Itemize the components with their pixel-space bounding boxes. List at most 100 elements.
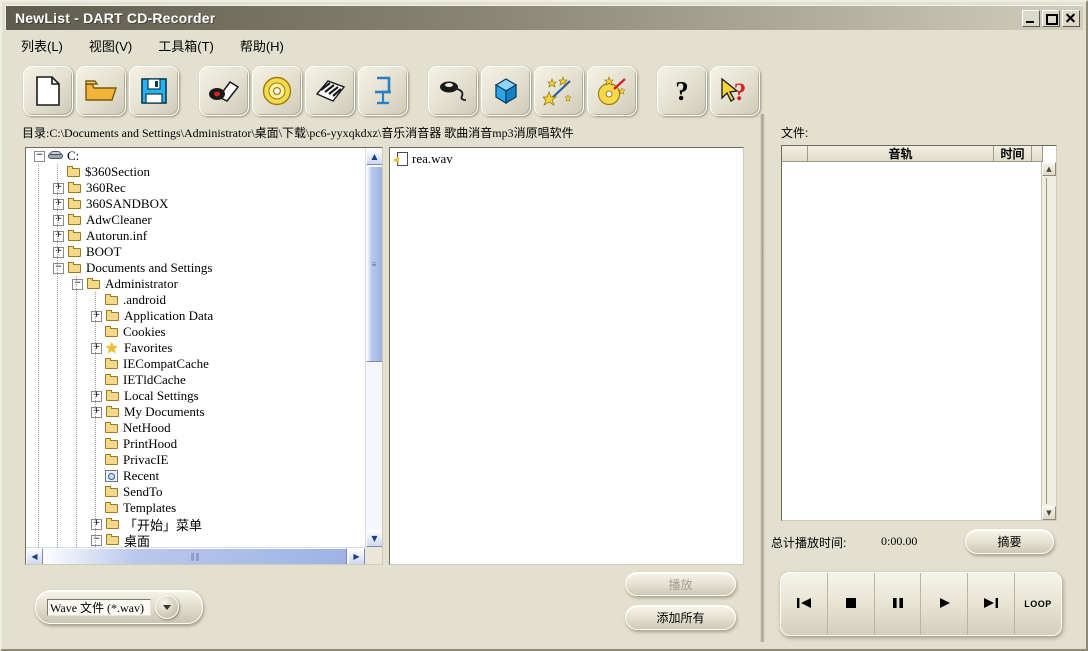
eraser-icon	[208, 79, 240, 103]
track-list-body[interactable]	[782, 162, 1041, 520]
title-bar[interactable]: NewList - DART CD-Recorder	[5, 5, 1083, 30]
tree-node[interactable]: + 「开始」菜单	[26, 516, 365, 533]
eraser-button[interactable]	[199, 66, 249, 116]
tree-scroll-down-button[interactable]: ▼	[366, 530, 382, 547]
tree-guide-line	[57, 180, 58, 196]
tree-node[interactable]: Cookies	[26, 324, 365, 340]
tree-scroll-left-button[interactable]: ◀	[26, 548, 43, 564]
track-column-header[interactable]: 音轨	[808, 146, 994, 162]
track-column-header[interactable]: 时间	[994, 146, 1032, 162]
next-track-button[interactable]	[968, 573, 1016, 635]
tree-node[interactable]: PrivacIE	[26, 452, 365, 468]
tree-expand-icon[interactable]: +	[91, 406, 102, 418]
tree-collapse-icon[interactable]: −	[34, 150, 45, 162]
tree-node[interactable]: IECompatCache	[26, 356, 365, 372]
tree-guide-line	[95, 420, 96, 436]
tree-node[interactable]: +360Rec	[26, 180, 365, 196]
file-type-filter-dropdown-button[interactable]	[155, 595, 179, 619]
tree-collapse-icon[interactable]: −	[72, 278, 83, 290]
tree-expand-icon[interactable]: +	[91, 518, 102, 530]
menu-item-list[interactable]: 列表(L)	[19, 34, 65, 57]
tree-node[interactable]: PrintHood	[26, 436, 365, 452]
tree-scroll-up-button[interactable]: ▲	[366, 148, 382, 165]
pause-button[interactable]	[875, 573, 922, 635]
tree-expand-icon[interactable]: +	[53, 214, 64, 226]
stop-button[interactable]	[828, 573, 875, 635]
source-file-list[interactable]: rea.wav	[389, 147, 744, 565]
tree-expand-icon[interactable]: +	[53, 246, 64, 258]
menu-item-help[interactable]: 帮助(H)	[238, 34, 286, 57]
tree-node[interactable]: − Administrator	[26, 276, 365, 292]
cd-disc-button[interactable]	[252, 66, 302, 116]
previous-track-button[interactable]	[781, 573, 828, 635]
file-list-item[interactable]: rea.wav	[393, 151, 743, 167]
close-button[interactable]	[1062, 9, 1080, 27]
tree-node[interactable]: Recent	[26, 468, 365, 484]
tree-node[interactable]: − C:	[26, 148, 365, 164]
tree-node[interactable]: + My Documents	[26, 404, 365, 420]
add-all-button[interactable]: 添加所有	[625, 605, 736, 630]
menu-item-toolbox[interactable]: 工具箱(T)	[156, 34, 216, 57]
track-list-scrollbar[interactable]: ▲ ▼	[1041, 162, 1056, 520]
play-button[interactable]	[921, 573, 969, 635]
clamp-button[interactable]	[358, 66, 408, 116]
folder-icon	[105, 405, 121, 419]
blue-cube-button[interactable]	[481, 66, 531, 116]
summary-button[interactable]: 摘要	[965, 529, 1054, 554]
tree-horizontal-scroll-thumb[interactable]: ∥∥	[44, 548, 347, 564]
track-list-scroll-up-button[interactable]: ▲	[1042, 162, 1056, 176]
track-column-header[interactable]	[782, 146, 808, 162]
loop-button[interactable]: LOOP	[1015, 573, 1061, 635]
mouse-cable-button[interactable]	[428, 66, 478, 116]
tree-node[interactable]: IETldCache	[26, 372, 365, 388]
save-button[interactable]	[129, 66, 179, 116]
help-button[interactable]: ?	[657, 66, 707, 116]
tree-horizontal-scrollbar[interactable]: ◀ ∥∥ ▶	[26, 547, 365, 564]
tree-node[interactable]: $360Section	[26, 164, 365, 180]
track-column-header[interactable]	[1032, 146, 1043, 162]
tree-vertical-scrollbar[interactable]: ▲ ≡ ▼	[365, 148, 382, 547]
cd-magic-button[interactable]	[587, 66, 637, 116]
magic-wand-button[interactable]	[534, 66, 584, 116]
window-title: NewList - DART CD-Recorder	[15, 10, 216, 26]
tree-guide-line	[57, 324, 58, 340]
track-list-scroll-down-button[interactable]: ▼	[1042, 506, 1056, 520]
tree-node[interactable]: +360SANDBOX	[26, 196, 365, 212]
new-document-icon	[35, 76, 61, 106]
tree-node[interactable]: SendTo	[26, 484, 365, 500]
tree-expand-icon[interactable]: +	[91, 310, 102, 322]
context-help-button[interactable]: ?	[710, 66, 760, 116]
file-type-filter[interactable]: Wave 文件 (*.wav)	[35, 590, 203, 624]
tree-collapse-icon[interactable]: −	[53, 262, 64, 274]
tree-node[interactable]: NetHood	[26, 420, 365, 436]
tree-vertical-scroll-thumb[interactable]: ≡	[366, 166, 382, 362]
tree-expand-icon[interactable]: +	[53, 230, 64, 242]
panel-splitter[interactable]	[759, 114, 765, 642]
file-type-filter-value[interactable]: Wave 文件 (*.wav)	[47, 598, 151, 616]
tree-guide-line	[57, 356, 58, 372]
tree-scroll-right-button[interactable]: ▶	[348, 548, 365, 564]
tree-node[interactable]: − Documents and Settings	[26, 260, 365, 276]
tree-collapse-icon[interactable]: −	[91, 534, 102, 546]
tree-node[interactable]: + Favorites	[26, 339, 365, 357]
directory-tree[interactable]: − C: $360Section +360Rec +360SANDBOX + AdwClea…	[26, 148, 365, 547]
tree-node[interactable]: + BOOT	[26, 244, 365, 260]
tree-node[interactable]: + AdwCleaner	[26, 212, 365, 228]
tree-expand-icon[interactable]: +	[53, 198, 64, 210]
tree-node[interactable]: .android	[26, 292, 365, 308]
minimize-button[interactable]	[1022, 9, 1040, 27]
menu-item-view[interactable]: 视图(V)	[87, 34, 134, 57]
piano-keys-button[interactable]	[305, 66, 355, 116]
tree-node[interactable]: + Local Settings	[26, 388, 365, 404]
tree-node[interactable]: + Application Data	[26, 308, 365, 324]
prev-icon	[796, 597, 812, 612]
open-folder-button[interactable]	[76, 66, 126, 116]
tree-expand-icon[interactable]: +	[91, 342, 102, 354]
tree-node[interactable]: − 桌面	[26, 532, 365, 547]
play-preview-button[interactable]: 播放	[625, 572, 736, 596]
new-document-button[interactable]	[23, 66, 73, 116]
tree-expand-icon[interactable]: +	[53, 182, 64, 194]
tree-node[interactable]: + Autorun.inf	[26, 228, 365, 244]
maximize-button[interactable]	[1042, 9, 1060, 27]
tree-expand-icon[interactable]: +	[91, 390, 102, 402]
